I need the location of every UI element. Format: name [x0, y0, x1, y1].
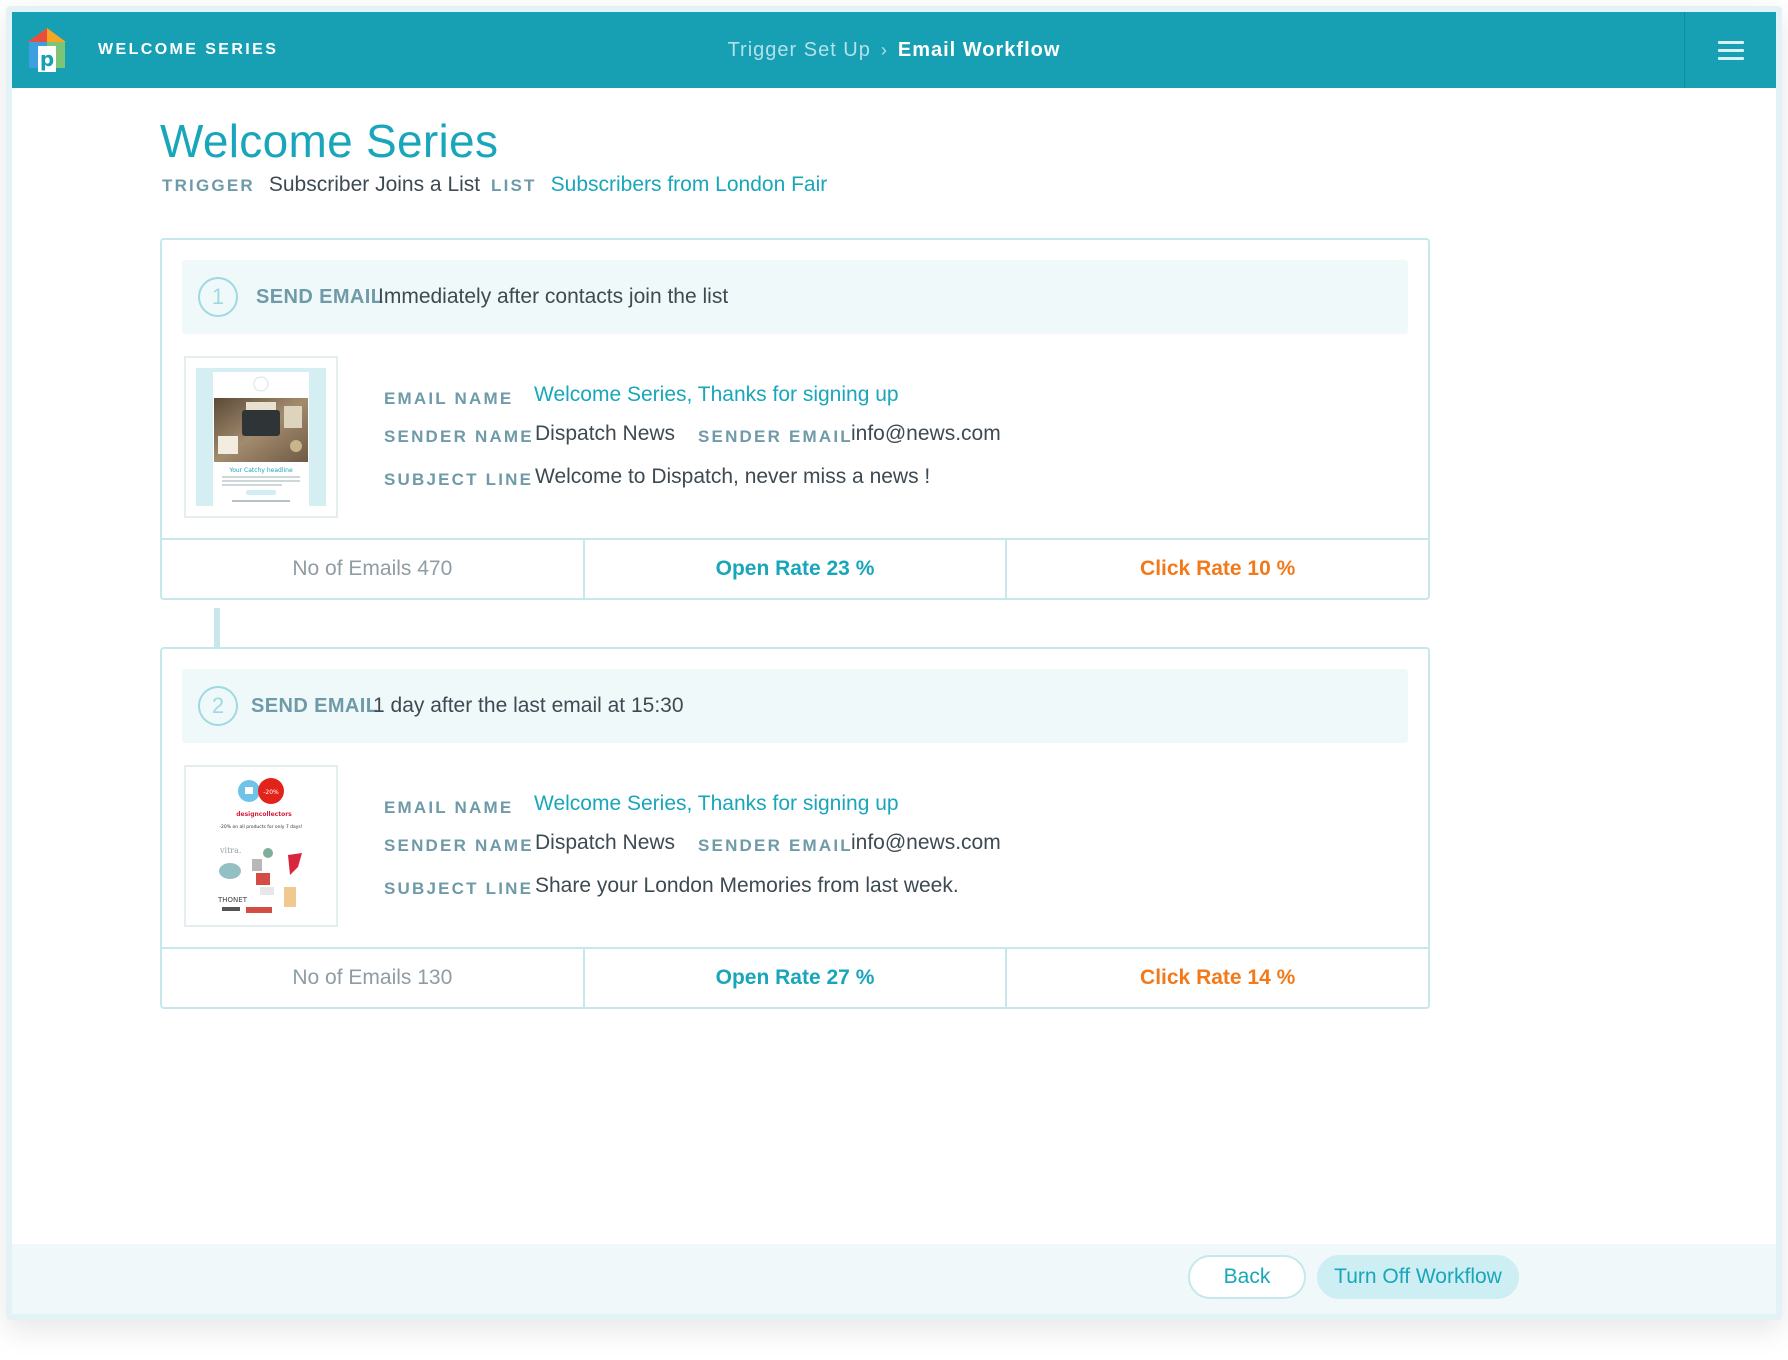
email-count-stat: No of Emails 470 — [162, 540, 585, 598]
sender-email-label: SENDER EMAIL — [698, 836, 853, 855]
subject-line-value: Welcome to Dispatch, never miss a news ! — [535, 465, 931, 488]
trigger-label: TRIGGER — [162, 176, 255, 195]
sender-email-label: SENDER EMAIL — [698, 427, 853, 446]
email-name-label: EMAIL NAME — [384, 389, 514, 408]
thumbnail-brand: designcollectors — [236, 811, 292, 818]
list-label: LIST — [491, 176, 537, 195]
step-stats: No of Emails 470 Open Rate 23 % Click Ra… — [162, 538, 1428, 598]
email-thumbnail[interactable]: -20% designcollectors -20% on all produc… — [184, 765, 338, 927]
email-name-label: EMAIL NAME — [384, 798, 514, 817]
step-number: 1 — [198, 277, 238, 317]
thumbnail-badge: -20% — [263, 789, 279, 796]
thumbnail-headline: Your Catchy headline — [228, 467, 293, 474]
turn-off-workflow-button[interactable]: Turn Off Workflow — [1317, 1255, 1519, 1299]
step-timing: 1 day after the last email at 15:30 — [373, 694, 684, 717]
app-window: p WELCOME SERIES Trigger Set Up › Email Wo… — [6, 6, 1782, 1320]
hamburger-menu-icon — [1718, 41, 1744, 44]
top-bar: p WELCOME SERIES Trigger Set Up › Email Wo… — [12, 12, 1776, 88]
sender-email-value: info@news.com — [851, 422, 1001, 445]
email-thumbnail[interactable]: Your Catchy headline — [184, 356, 338, 518]
sender-email-value: info@news.com — [851, 831, 1001, 854]
email-count-stat: No of Emails 130 — [162, 949, 585, 1007]
step-header: 1 SEND EMAIL Immediately after contacts … — [182, 260, 1408, 334]
breadcrumb-trigger-setup[interactable]: Trigger Set Up — [728, 39, 871, 61]
sender-name-label: SENDER NAME — [384, 427, 534, 446]
trigger-value: Subscriber Joins a List — [268, 173, 481, 196]
breadcrumb: Trigger Set Up › Email Workflow — [12, 12, 1776, 88]
thumbnail-maker-bottom: THONET — [217, 896, 248, 904]
step-timing: Immediately after contacts join the list — [378, 285, 729, 308]
click-rate-stat[interactable]: Click Rate 10 % — [1007, 540, 1428, 598]
hamburger-menu-icon-bar — [1718, 57, 1744, 60]
open-rate-stat[interactable]: Open Rate 27 % — [585, 949, 1008, 1007]
step-type: SEND EMAIL — [256, 286, 384, 308]
email-name-link[interactable]: Welcome Series, Thanks for signing up — [534, 792, 899, 816]
sender-name-value: Dispatch News — [535, 831, 676, 854]
subject-line-label: SUBJECT LINE — [384, 879, 534, 898]
click-rate-stat[interactable]: Click Rate 14 % — [1007, 949, 1428, 1007]
subject-line-label: SUBJECT LINE — [384, 470, 534, 489]
email-preview-image: Your Catchy headline — [196, 368, 326, 506]
step-header: 2 SEND EMAIL 1 day after the last email … — [182, 669, 1408, 743]
list-link[interactable]: Subscribers from London Fair — [551, 173, 828, 196]
chevron-right-icon: › — [880, 40, 888, 60]
hamburger-menu-button[interactable] — [1684, 12, 1776, 88]
back-button[interactable]: Back — [1188, 1255, 1306, 1299]
step-type: SEND EMAIL — [251, 695, 379, 717]
trigger-info: TRIGGER Subscriber Joins a List — [162, 170, 480, 200]
hamburger-menu-icon-bar — [1718, 49, 1744, 52]
workflow-step-1: 1 SEND EMAIL Immediately after contacts … — [160, 238, 1430, 600]
email-preview-image: -20% designcollectors -20% on all produc… — [217, 778, 303, 913]
step-stats: No of Emails 130 Open Rate 27 % Click Ra… — [162, 947, 1428, 1007]
page-title: Welcome Series — [160, 115, 499, 167]
sender-name-label: SENDER NAME — [384, 836, 534, 855]
open-rate-stat[interactable]: Open Rate 23 % — [585, 540, 1008, 598]
email-name-link[interactable]: Welcome Series, Thanks for signing up — [534, 383, 899, 407]
subject-line-value: Share your London Memories from last wee… — [535, 874, 959, 897]
step-number: 2 — [198, 686, 238, 726]
breadcrumb-email-workflow: Email Workflow — [897, 39, 1061, 61]
thumbnail-maker-top: vitra. — [219, 846, 241, 855]
list-info: LIST Subscribers from London Fair — [491, 170, 827, 200]
footer-bar: Back Turn Off Workflow — [12, 1244, 1776, 1314]
sender-name-value: Dispatch News — [535, 422, 676, 445]
thumbnail-offer: -20% on all products for only 7 days! — [219, 824, 302, 830]
workflow-step-2: 2 SEND EMAIL 1 day after the last email … — [160, 647, 1430, 1009]
